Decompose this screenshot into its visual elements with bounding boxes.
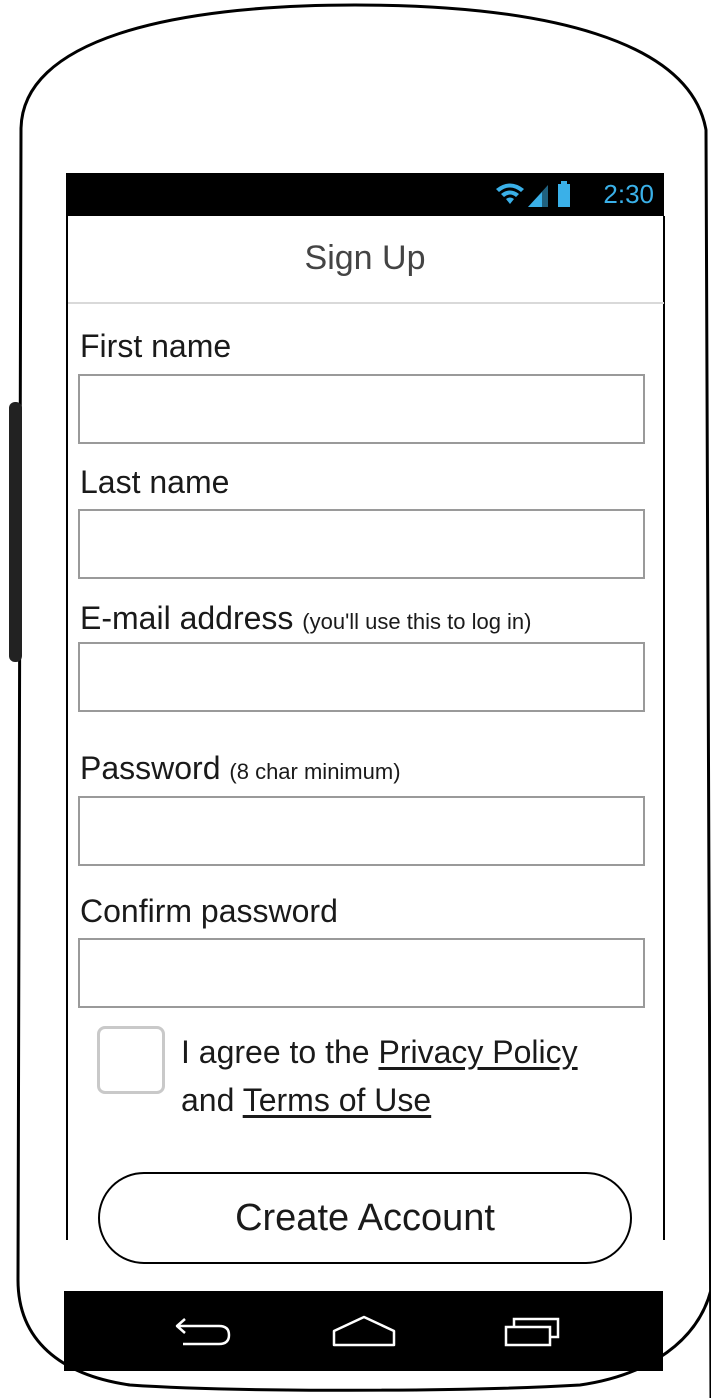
password-label: Password (8 char minimum)	[80, 748, 401, 792]
confirm-password-label: Confirm password	[80, 891, 338, 931]
battery-icon	[558, 181, 570, 207]
status-bar: 2:30	[66, 173, 664, 216]
back-icon[interactable]	[169, 1309, 239, 1353]
first-name-label: First name	[80, 326, 231, 366]
last-name-label-text: Last name	[80, 464, 230, 500]
create-account-button[interactable]: Create Account	[98, 1172, 632, 1264]
first-name-label-text: First name	[80, 328, 232, 364]
email-field[interactable]	[78, 642, 645, 712]
password-field[interactable]	[78, 796, 645, 866]
agree-checkbox[interactable]	[97, 1026, 165, 1094]
confirm-password-field[interactable]	[78, 938, 645, 1008]
email-label: E-mail address (you'll use this to log i…	[80, 598, 532, 642]
home-icon[interactable]	[329, 1309, 399, 1353]
last-name-field[interactable]	[78, 509, 645, 579]
password-label-text: Password	[80, 750, 221, 786]
status-time: 2:30	[603, 179, 654, 209]
signal-icon	[528, 185, 548, 207]
email-hint: (you'll use this to log in)	[302, 609, 532, 634]
title-divider	[68, 302, 664, 304]
agree-prefix: I agree to the	[181, 1034, 370, 1070]
confirm-password-label-text: Confirm password	[80, 893, 338, 929]
password-hint: (8 char minimum)	[229, 759, 401, 784]
agree-conjunction: and	[181, 1082, 235, 1118]
privacy-policy-link[interactable]: Privacy Policy	[378, 1034, 577, 1070]
first-name-field[interactable]	[78, 374, 645, 444]
terms-of-use-link[interactable]: Terms of Use	[243, 1082, 431, 1118]
last-name-label: Last name	[80, 462, 229, 502]
side-volume-button	[9, 402, 22, 662]
wifi-icon	[496, 183, 524, 204]
agree-text: I agree to the Privacy Policy and Terms …	[181, 1028, 651, 1124]
status-icons	[496, 181, 570, 207]
page-title: Sign Up	[304, 239, 426, 277]
nav-bar	[64, 1291, 663, 1371]
recent-apps-icon[interactable]	[498, 1309, 568, 1353]
email-label-text: E-mail address	[80, 600, 294, 636]
